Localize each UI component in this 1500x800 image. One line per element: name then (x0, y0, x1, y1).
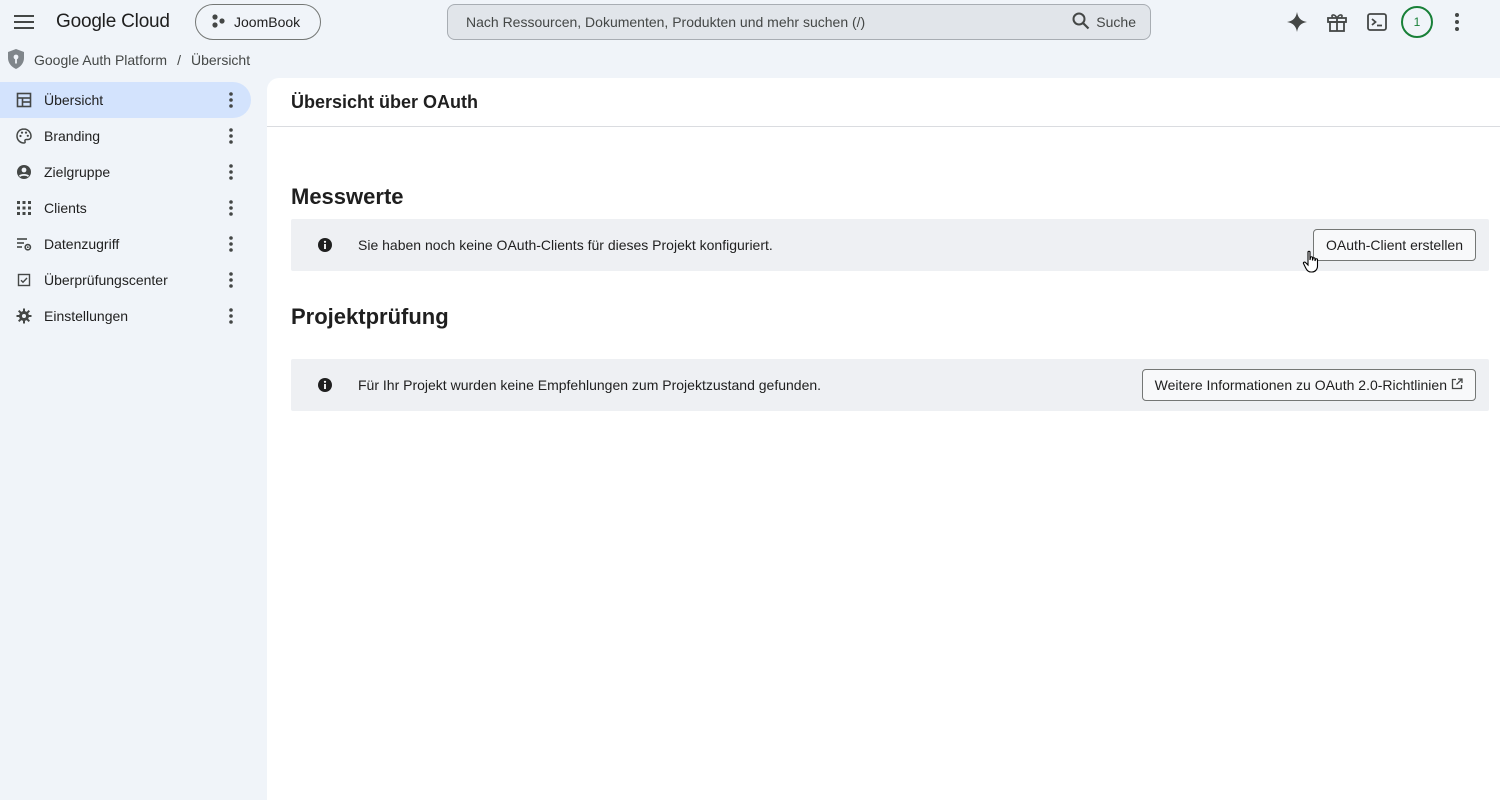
sidebar-item-label: Branding (44, 128, 101, 144)
project-check-message: Für Ihr Projekt wurden keine Empfehlunge… (358, 377, 822, 393)
search-button-label: Suche (1096, 14, 1136, 30)
search-bar: Suche (447, 4, 1151, 40)
checkbox-icon (15, 271, 33, 289)
gear-icon (15, 307, 33, 325)
sidebar-item-label: Zielgruppe (44, 164, 111, 180)
data-settings-icon (15, 235, 33, 253)
item-more-options-icon[interactable] (219, 160, 243, 184)
item-more-options-icon[interactable] (219, 88, 243, 112)
sidebar-item-ueberpruefungscenter[interactable]: Überprüfungscenter (0, 262, 251, 298)
breadcrumb-current: Übersicht (190, 52, 251, 68)
gemini-sparkle-icon[interactable] (1285, 10, 1309, 34)
project-icon (210, 13, 226, 32)
sidebar-item-branding[interactable]: Branding (0, 118, 251, 154)
sidebar-item-label: Übersicht (44, 92, 104, 108)
button-label: Weitere Informationen zu OAuth 2.0-Richt… (1154, 377, 1447, 393)
search-input[interactable] (466, 14, 1073, 30)
page-title: Übersicht über OAuth (291, 92, 479, 112)
sidebar-nav: Übersicht Branding Zielgruppe Clients Da… (0, 82, 260, 334)
notifications-badge[interactable]: 1 (1401, 6, 1433, 38)
metrics-heading: Messwerte (291, 184, 404, 209)
title-divider (267, 126, 1500, 127)
sidebar-item-zielgruppe[interactable]: Zielgruppe (0, 154, 251, 190)
sidebar-item-label: Überprüfungscenter (44, 272, 168, 288)
button-label: OAuth-Client erstellen (1326, 237, 1463, 253)
shield-key-icon (6, 48, 26, 73)
project-name: JoomBook (234, 14, 301, 30)
search-button[interactable]: Suche (1072, 12, 1136, 33)
google-cloud-logo[interactable]: Google Cloud (56, 11, 170, 33)
sidebar-item-einstellungen[interactable]: Einstellungen (0, 298, 251, 334)
item-more-options-icon[interactable] (219, 196, 243, 220)
sidebar-item-label: Clients (44, 200, 87, 216)
sidebar-item-label: Einstellungen (44, 308, 129, 324)
oauth-policies-link-button[interactable]: Weitere Informationen zu OAuth 2.0-Richt… (1141, 369, 1476, 401)
main-panel: Übersicht über OAuth Messwerte Sie haben… (267, 78, 1500, 800)
top-bar: Google Cloud JoomBook Suche 1 (0, 0, 1500, 44)
breadcrumb-separator: / (177, 52, 181, 68)
create-oauth-client-button[interactable]: OAuth-Client erstellen (1313, 229, 1476, 261)
sidebar-item-datenzugriff[interactable]: Datenzugriff (0, 226, 251, 262)
main-menu-icon[interactable] (12, 10, 36, 34)
project-check-heading: Projektprüfung (291, 304, 449, 329)
more-options-icon[interactable] (1445, 10, 1469, 34)
breadcrumb: Google Auth Platform / Übersicht (6, 48, 250, 72)
metrics-message: Sie haben noch keine OAuth-Clients für d… (358, 237, 773, 253)
breadcrumb-product-link[interactable]: Google Auth Platform (34, 52, 167, 68)
cloud-shell-terminal-icon[interactable] (1365, 10, 1389, 34)
item-more-options-icon[interactable] (219, 268, 243, 292)
account-circle-icon (15, 163, 33, 181)
project-check-info-bar: Für Ihr Projekt wurden keine Empfehlunge… (291, 359, 1489, 411)
info-icon (317, 237, 333, 253)
sidebar-item-label: Datenzugriff (44, 236, 120, 252)
search-icon (1072, 12, 1090, 33)
info-icon (317, 377, 333, 393)
hand-cursor-icon (1302, 250, 1322, 274)
dashboard-icon (15, 91, 33, 109)
project-selector-button[interactable]: JoomBook (195, 4, 321, 40)
sidebar-item-clients[interactable]: Clients (0, 190, 251, 226)
palette-icon (15, 127, 33, 145)
external-link-icon (1451, 377, 1463, 393)
apps-grid-icon (15, 199, 33, 217)
gift-icon[interactable] (1325, 10, 1349, 34)
sidebar-item-uebersicht[interactable]: Übersicht (0, 82, 251, 118)
item-more-options-icon[interactable] (219, 304, 243, 328)
item-more-options-icon[interactable] (219, 124, 243, 148)
item-more-options-icon[interactable] (219, 232, 243, 256)
